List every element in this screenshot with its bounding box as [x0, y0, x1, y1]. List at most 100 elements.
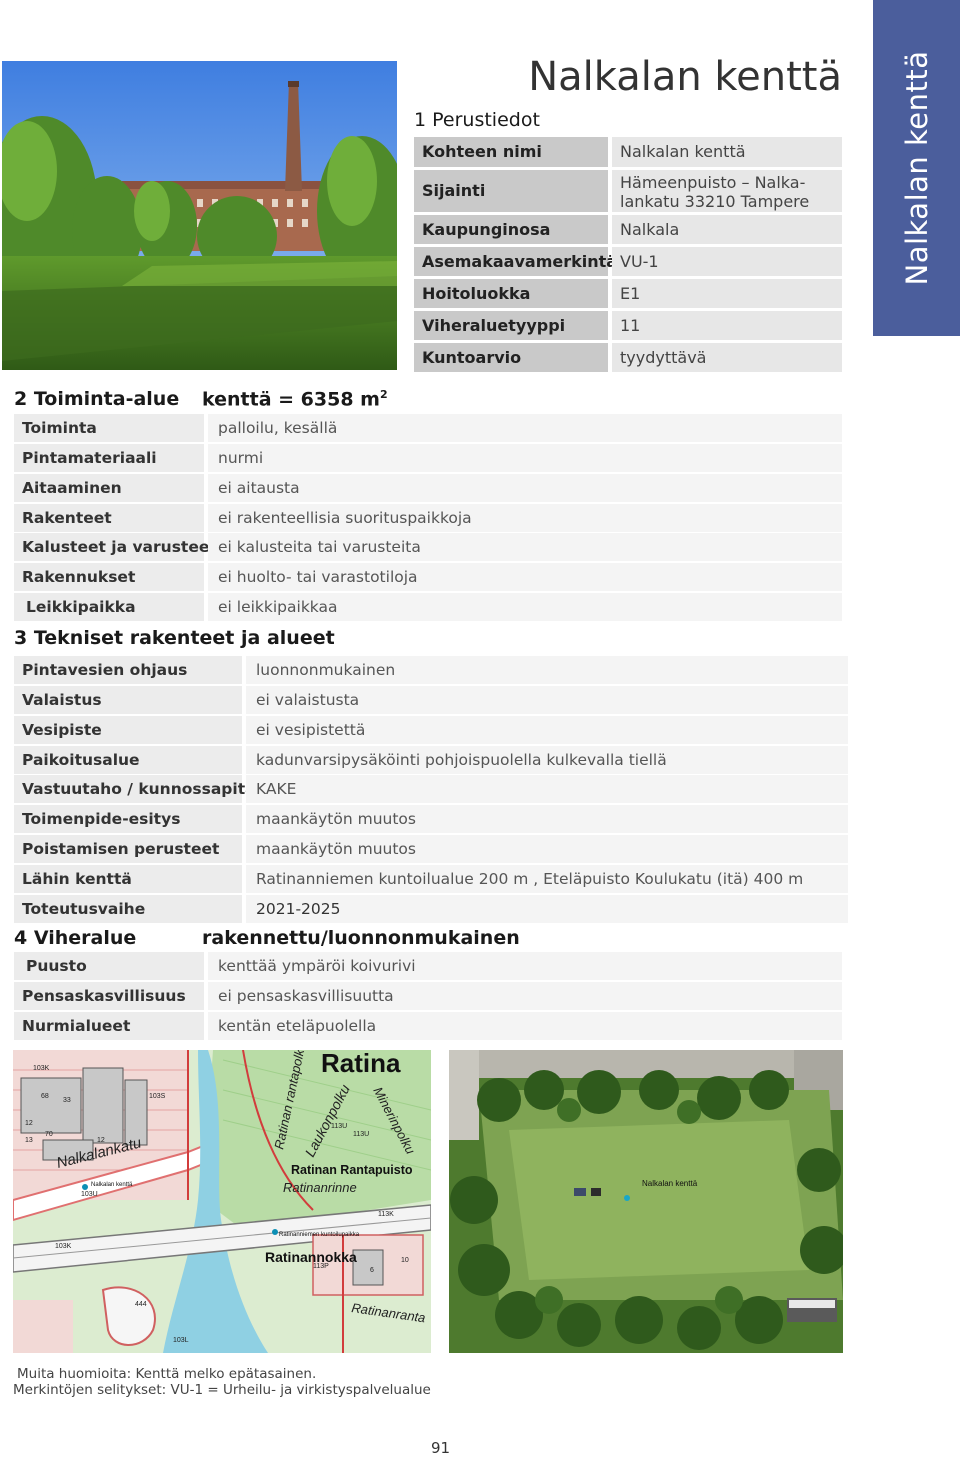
area-unit-superscript: 2 — [379, 388, 388, 401]
map-code: 70 — [45, 1131, 53, 1138]
map-code: 6 — [370, 1267, 374, 1274]
row-label: Nurmialueet — [14, 1012, 204, 1040]
row-label: Toiminta — [14, 414, 204, 442]
row-value: maankäytön muutos — [246, 805, 848, 833]
site-map: Ratina Nalkalankatu Nalkalan kenttä Rati… — [13, 1050, 431, 1353]
row-label: Kalusteet ja varusteet — [14, 533, 217, 561]
table-row: Valaistus ei valaistusta — [14, 686, 848, 714]
map-code: 33 — [63, 1097, 71, 1104]
map-label-ratinannokka: Ratinannokka — [265, 1249, 357, 1265]
table-row: Leikkipaikka ei leikkipaikkaa — [14, 593, 842, 621]
map-code: 444 — [135, 1301, 147, 1308]
row-label: Kaupunginosa — [414, 215, 608, 244]
row-label: Kohteen nimi — [414, 137, 608, 167]
row-label: Paikoitusalue — [14, 746, 242, 774]
row-value: luonnonmukainen — [246, 656, 848, 684]
row-label: Vastuutaho / kunnossapitäjä — [14, 775, 271, 803]
row-label: Vesipiste — [14, 716, 242, 744]
table-row: Vesipiste ei vesipistettä — [14, 716, 848, 744]
section-perustiedot-heading: 1 Perustiedot — [414, 109, 540, 131]
aerial-photo: Nalkalan kenttä — [449, 1050, 843, 1353]
map-code: 13 — [25, 1137, 33, 1144]
row-label: Pintavesien ohjaus — [14, 656, 242, 684]
table-row: Puusto kenttää ympäröi koivurivi — [14, 952, 842, 980]
park-photo — [2, 61, 397, 370]
row-value: 11 — [612, 311, 842, 340]
section-toiminta-area: kenttä = 6358 m2 — [202, 388, 388, 410]
table-row: Paikoitusalue kadunvarsipysäköinti pohjo… — [14, 746, 848, 774]
side-tab: Nalkalan kenttä — [873, 0, 960, 336]
table-row: Hoitoluokka E1 — [414, 279, 842, 308]
table-row: Lähin kenttä Ratinanniemen kuntoilualue … — [14, 865, 848, 893]
table-row: Poistamisen perusteet maankäytön muutos — [14, 835, 848, 863]
map-code: 103S — [149, 1093, 166, 1100]
row-value: ei rakenteellisia suorituspaikkoja — [208, 504, 842, 532]
map-code: 113P — [313, 1263, 329, 1270]
table-row: Rakenteet ei rakenteellisia suorituspaik… — [14, 504, 842, 532]
row-value: ei aitausta — [208, 474, 842, 502]
row-value: ei leikkipaikkaa — [208, 593, 842, 621]
map-code: 10 — [401, 1257, 409, 1264]
row-label: Asemakaavamerkintä — [414, 247, 617, 276]
table-row: Aitaaminen ei aitausta — [14, 474, 842, 502]
row-value: kentän eteläpuolella — [208, 1012, 842, 1040]
table-row: Kohteen nimi Nalkalan kenttä — [414, 137, 842, 167]
table-row: Vastuutaho / kunnossapitäjä KAKE — [14, 775, 848, 803]
row-value: nurmi — [208, 444, 842, 472]
map-code: 68 — [41, 1093, 49, 1100]
row-label: Pintamateriaali — [14, 444, 204, 472]
table-row: Nurmialueet kentän eteläpuolella — [14, 1012, 842, 1040]
row-value: kenttää ympäröi koivurivi — [208, 952, 842, 980]
row-value: tyydyttävä — [612, 343, 842, 372]
row-value: Nalkala — [612, 215, 842, 244]
row-label: Rakenteet — [14, 504, 204, 532]
row-value: VU-1 — [612, 247, 842, 276]
side-tab-label: Nalkalan kenttä — [899, 50, 934, 286]
row-value: kadunvarsipysäköinti pohjoispuolella kul… — [246, 746, 848, 774]
map-code: 113K — [378, 1211, 394, 1218]
row-label: Pensaskasvillisuus — [14, 982, 204, 1010]
row-label: Viheraluetyyppi — [414, 311, 608, 340]
row-label: Leikkipaikka — [14, 593, 204, 621]
table-row: Pintamateriaali nurmi — [14, 444, 842, 472]
row-value: ei kalusteita tai varusteita — [208, 533, 842, 561]
map-code: 113U — [353, 1131, 369, 1138]
row-label: Rakennukset — [14, 563, 204, 591]
table-row: Kaupunginosa Nalkala — [414, 215, 842, 244]
row-value: ei huolto- tai varastotiloja — [208, 563, 842, 591]
table-row: Sijainti Hämeenpuisto – Nalka- lankatu 3… — [414, 170, 842, 212]
table-row: Kuntoarvio tyydyttävä — [414, 343, 842, 372]
row-value: ei pensaskasvillisuutta — [208, 982, 842, 1010]
row-value-line: Hämeenpuisto – Nalka- — [620, 173, 806, 192]
row-label: Valaistus — [14, 686, 242, 714]
map-label-ratina: Ratina — [321, 1050, 401, 1078]
page-title: Nalkalan kenttä — [528, 54, 842, 100]
map-label-ratinan-rantapuisto: Ratinan Rantapuisto — [291, 1163, 413, 1177]
row-value: KAKE — [246, 775, 848, 803]
row-label: Hoitoluokka — [414, 279, 608, 308]
map-label-ratinanrinne: Ratinanrinne — [283, 1180, 357, 1195]
map-code: 103K — [33, 1065, 50, 1072]
page-number: 91 — [431, 1439, 451, 1457]
row-label: Kuntoarvio — [414, 343, 608, 372]
row-label: Poistamisen perusteet — [14, 835, 242, 863]
row-label: Aitaaminen — [14, 474, 204, 502]
note-merkintojen-selitykset: Merkintöjen selitykset: VU-1 = Urheilu- … — [13, 1382, 431, 1398]
map-code: 103U — [81, 1191, 98, 1198]
aerial-label: Nalkalan kenttä — [642, 1179, 698, 1188]
section-toiminta-heading: 2 Toiminta-alue — [14, 388, 180, 410]
map-code: 12 — [97, 1137, 105, 1144]
section-viheralue-heading: 4 Viheralue — [14, 927, 137, 949]
map-label-nalkalan-kentta: Nalkalan kenttä — [91, 1182, 133, 1188]
row-value: Ratinanniemen kuntoilualue 200 m , Etelä… — [246, 865, 848, 893]
table-row: Viheraluetyyppi 11 — [414, 311, 842, 340]
row-value: Nalkalan kenttä — [612, 137, 842, 167]
row-value: ei vesipistettä — [246, 716, 848, 744]
table-row: Kalusteet ja varusteet ei kalusteita tai… — [14, 533, 842, 561]
section-viheralue-type: rakennettu/luonnonmukainen — [202, 927, 520, 949]
row-label: Toimenpide-esitys — [14, 805, 242, 833]
row-value: palloilu, kesällä — [208, 414, 842, 442]
row-value: E1 — [612, 279, 842, 308]
table-row: Pensaskasvillisuus ei pensaskasvillisuut… — [14, 982, 842, 1010]
row-label: Puusto — [14, 952, 204, 980]
